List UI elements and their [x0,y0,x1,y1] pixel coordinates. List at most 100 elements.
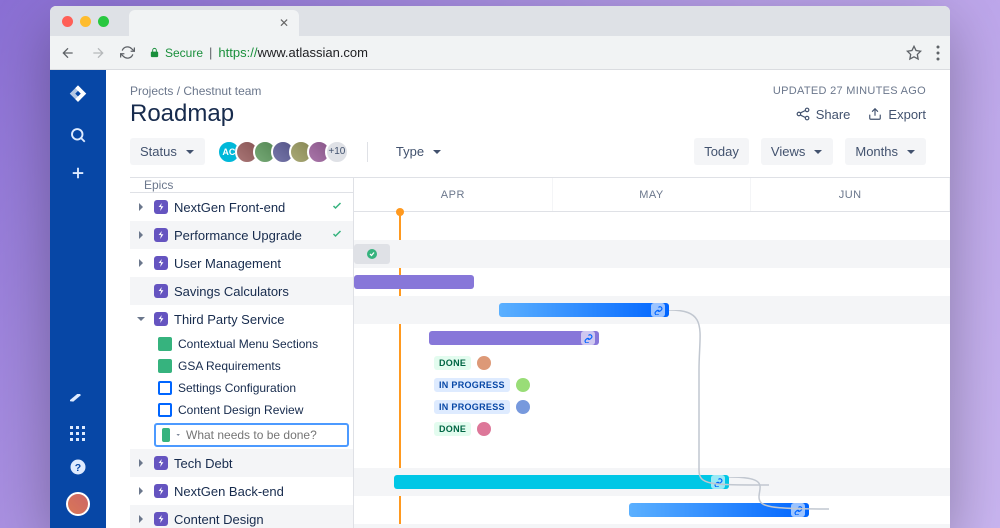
epic-label: Content Design [174,512,264,527]
status-chip: IN PROGRESS [434,378,530,392]
gantt-row[interactable]: IN PROGRESS [354,396,950,418]
child-label: Contextual Menu Sections [178,337,318,351]
create-issue-input[interactable] [154,423,349,447]
app-switcher-icon[interactable] [70,426,86,442]
user-avatar[interactable] [66,492,90,516]
gantt-row[interactable] [354,468,950,496]
epic-label: User Management [174,256,281,271]
chevron-down-icon [432,147,442,157]
epic-label: NextGen Back-end [174,484,284,499]
more-icon[interactable] [936,45,940,61]
chevron-icon[interactable] [136,258,148,268]
epic-row[interactable]: Savings Calculators [130,277,353,305]
gantt-row[interactable]: DONE [354,352,950,374]
child-row[interactable]: Contextual Menu Sections [130,333,353,355]
gantt-row[interactable] [354,324,950,352]
gantt-row[interactable]: DONE [354,418,950,440]
browser-window: ✕ Secure | https://www.atlassian.com ? [50,6,950,528]
chevron-icon[interactable] [136,458,148,468]
done-pill[interactable] [354,244,390,264]
views-button[interactable]: Views [761,138,833,165]
child-row[interactable]: Content Design Review [130,399,353,421]
epic-bar[interactable] [394,475,729,489]
url-field[interactable]: Secure | https://www.atlassian.com [149,45,892,60]
status-filter[interactable]: Status [130,138,205,165]
link-icon[interactable] [581,331,595,345]
epic-row[interactable]: Performance Upgrade [130,221,353,249]
epic-icon [154,200,168,214]
forward-icon[interactable] [90,45,106,61]
chevron-icon[interactable] [136,314,148,324]
last-updated: UPDATED 27 MINUTES AGO [773,85,926,97]
child-label: GSA Requirements [178,359,281,373]
checkmark-icon [331,200,343,215]
chevron-icon[interactable] [136,514,148,524]
gantt-row[interactable] [354,296,950,324]
breadcrumb-root[interactable]: Projects [130,84,173,98]
chevron-icon[interactable] [136,486,148,496]
browser-tab[interactable]: ✕ [129,10,299,36]
gantt-row[interactable] [354,212,950,240]
epic-icon [154,312,168,326]
url-protocol: https:// [218,45,257,60]
star-icon[interactable] [906,45,922,61]
story-icon [158,337,172,351]
link-icon[interactable] [651,303,665,317]
jira-logo-icon[interactable] [67,84,89,106]
gantt-row[interactable] [354,496,950,524]
epic-row[interactable]: Content Design [130,505,353,528]
scale-button[interactable]: Months [845,138,926,165]
type-filter[interactable]: Type [386,138,452,165]
chevron-icon[interactable] [136,202,148,212]
epic-row[interactable]: Third Party Service [130,305,353,333]
minimize-window-icon[interactable] [80,16,91,27]
task-icon [158,403,172,417]
share-button[interactable]: Share [796,107,851,122]
chevron-down-icon [813,147,823,157]
epic-row[interactable]: NextGen Back-end [130,477,353,505]
story-icon [162,428,170,442]
child-row[interactable]: Settings Configuration [130,377,353,399]
close-window-icon[interactable] [62,16,73,27]
gantt-row[interactable]: IN PROGRESS [354,374,950,396]
avatar-more[interactable]: +10 [325,140,349,164]
chevron-down-icon[interactable] [176,431,180,439]
feedback-icon[interactable] [70,394,86,410]
epic-row[interactable]: User Management [130,249,353,277]
maximize-window-icon[interactable] [98,16,109,27]
epic-label: NextGen Front-end [174,200,285,215]
child-label: Content Design Review [178,403,303,417]
browser-address-bar: Secure | https://www.atlassian.com [50,36,950,70]
share-icon [796,107,810,121]
gantt-row[interactable] [354,240,950,268]
help-icon[interactable]: ? [69,458,87,476]
reload-icon[interactable] [120,45,135,60]
gantt-body: DONE IN PROGRESS IN PROGRESS DONE [354,212,950,528]
story-icon [158,359,172,373]
back-icon[interactable] [60,45,76,61]
link-icon[interactable] [711,475,725,489]
gantt-row[interactable] [354,524,950,528]
assignee-avatars[interactable]: AC +10 [217,140,349,164]
epic-bar[interactable] [629,503,809,517]
avatar [477,356,491,370]
epic-icon [154,256,168,270]
epic-row[interactable]: NextGen Front-end [130,193,353,221]
export-button[interactable]: Export [868,107,926,122]
add-icon[interactable] [69,164,87,182]
search-icon[interactable] [69,126,87,144]
close-tab-icon[interactable]: ✕ [279,16,289,30]
epic-bar[interactable] [354,275,474,289]
gantt-row[interactable] [354,268,950,296]
today-button[interactable]: Today [694,138,749,165]
month-header: APR MAY JUN [354,178,950,212]
create-issue-field[interactable] [186,428,341,442]
secure-label: Secure [165,46,203,60]
child-row[interactable]: GSA Requirements [130,355,353,377]
chevron-icon[interactable] [136,230,148,240]
status-chip: IN PROGRESS [434,400,530,414]
epic-bar[interactable] [429,331,599,345]
epic-row[interactable]: Tech Debt [130,449,353,477]
epic-bar[interactable] [499,303,669,317]
link-icon[interactable] [791,503,805,517]
